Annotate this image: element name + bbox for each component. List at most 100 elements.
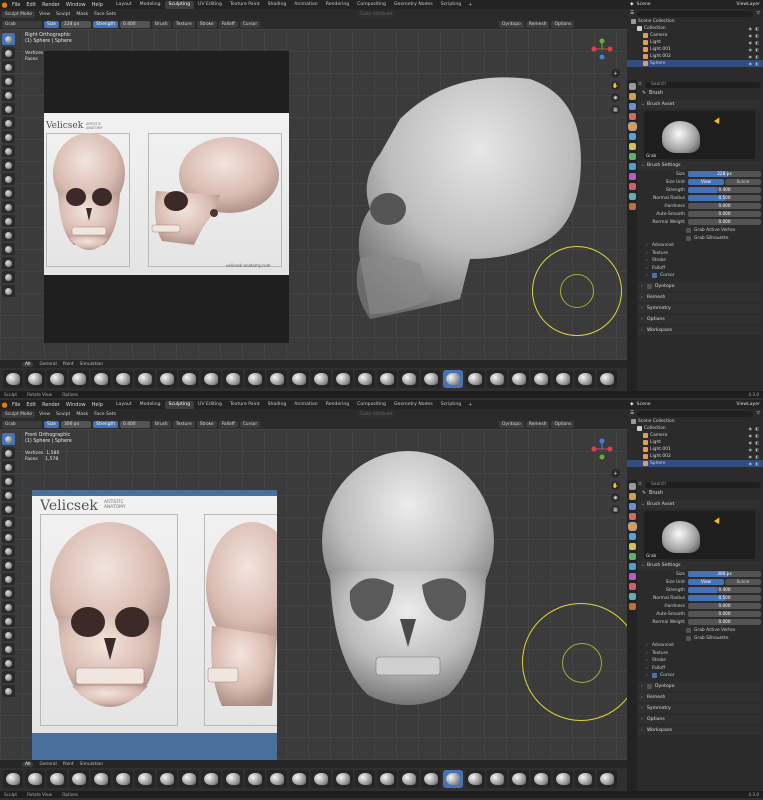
size-field[interactable]: 306 px: [61, 420, 92, 428]
shelf-tab-paint[interactable]: Paint: [63, 762, 74, 767]
brush-asset-thumb[interactable]: [113, 369, 133, 388]
tool-annotate[interactable]: [2, 685, 15, 697]
brush-asset-thumb[interactable]: [91, 369, 111, 388]
tool-cloth-filter[interactable]: [2, 573, 15, 585]
subpanel-texture[interactable]: › Texture: [638, 250, 761, 258]
brush-asset-thumb[interactable]: [377, 369, 397, 388]
brush-settings-section[interactable]: ⌄ Brush Settings: [638, 161, 761, 170]
brush-asset-thumb[interactable]: [465, 769, 485, 788]
brush-size-field[interactable]: 306 px: [688, 571, 761, 577]
workspace-tab-shading[interactable]: Shading: [264, 1, 291, 9]
section-options[interactable]: › Options: [638, 314, 761, 324]
falloff-menu[interactable]: Falloff: [218, 420, 238, 428]
camera-view-icon[interactable]: ◉: [611, 93, 620, 102]
menu-edit[interactable]: Edit: [23, 402, 39, 408]
brush-asset-thumb[interactable]: [245, 769, 265, 788]
properties-tab-icon[interactable]: [628, 173, 636, 180]
reference-image[interactable]: Velicsek ARTISTIC ANATOMY: [44, 51, 289, 343]
brush-asset-thumb[interactable]: [509, 769, 529, 788]
brush-asset-thumb[interactable]: [531, 769, 551, 788]
color-attribute-field[interactable]: Color Attribute: [356, 10, 396, 18]
brush-asset-thumb[interactable]: [179, 369, 199, 388]
brush-asset-thumb[interactable]: [201, 769, 221, 788]
auto-smooth-field[interactable]: 0.000: [688, 211, 761, 217]
tool-box-mask[interactable]: [2, 89, 15, 101]
brush-settings-section[interactable]: ⌄ Brush Settings: [638, 561, 761, 570]
visibility-eye-icon[interactable]: ◉ ◧: [748, 26, 760, 31]
workspace-tab-rendering[interactable]: Rendering: [322, 1, 353, 9]
reference-image[interactable]: Velicsek ARTISTIC ANATOMY: [32, 490, 277, 768]
workspace-tab-uv-editing[interactable]: UV Editing: [194, 1, 226, 9]
strength-field[interactable]: 0.400: [120, 20, 151, 28]
properties-tab-icon[interactable]: [628, 593, 636, 600]
properties-tab-icon[interactable]: [628, 203, 636, 210]
brush-asset-thumb[interactable]: [267, 769, 287, 788]
properties-tab-icon[interactable]: [628, 483, 636, 490]
outliner-display-icon[interactable]: ☰: [630, 411, 634, 416]
shelf-tab-paint[interactable]: Paint: [63, 362, 74, 367]
properties-tab-icon[interactable]: [628, 163, 636, 170]
normal-weight-field[interactable]: 0.000: [688, 219, 761, 225]
workspace-tab-modeling[interactable]: Modeling: [136, 1, 165, 9]
scene-icon[interactable]: ◆: [630, 2, 634, 7]
tool-move[interactable]: [2, 229, 15, 241]
workspace-tab-scripting[interactable]: Scripting: [437, 1, 465, 9]
section-symmetry[interactable]: › Symmetry: [638, 303, 761, 313]
properties-tab-icon[interactable]: [628, 513, 636, 520]
section-workspace[interactable]: › Workspace: [638, 725, 761, 735]
brush-asset-thumb[interactable]: [597, 769, 617, 788]
properties-tab-icon[interactable]: [628, 143, 636, 150]
properties-tab-icon[interactable]: [628, 83, 636, 90]
view-layer-name[interactable]: ViewLayer: [736, 2, 760, 7]
workspace-tab-layout[interactable]: Layout: [112, 401, 136, 409]
section-remesh[interactable]: › Remesh: [638, 692, 761, 702]
scene-name[interactable]: Scene: [637, 2, 651, 7]
header-menu-view[interactable]: View: [37, 12, 52, 17]
outliner-search-input[interactable]: [637, 10, 754, 17]
properties-tab-icon[interactable]: [628, 583, 636, 590]
header-menu-sculpt[interactable]: Sculpt: [54, 412, 72, 417]
outliner-row[interactable]: Collection ◉ ◧: [627, 25, 763, 32]
brush-asset-thumb[interactable]: [135, 769, 155, 788]
options-menu[interactable]: Options: [551, 420, 575, 428]
outliner-row[interactable]: Scene Collection: [627, 418, 763, 425]
tool-box-trim[interactable]: [2, 131, 15, 143]
perspective-toggle-icon[interactable]: ▦: [611, 105, 620, 114]
tool-mask-by-color[interactable]: [2, 215, 15, 227]
outliner-row[interactable]: Collection ◉ ◧: [627, 425, 763, 432]
grab-active-vertex-checkbox[interactable]: [686, 227, 691, 233]
brush-asset-thumb[interactable]: [113, 769, 133, 788]
falloff-menu[interactable]: Falloff: [218, 20, 238, 28]
hardness-field[interactable]: 0.000: [688, 203, 761, 209]
tool-mesh-filter[interactable]: [2, 159, 15, 171]
options-menu[interactable]: Options: [551, 20, 575, 28]
brush-asset-thumb[interactable]: [355, 769, 375, 788]
outliner-row[interactable]: Scene Collection: [627, 18, 763, 25]
tool-brush[interactable]: [2, 433, 15, 445]
brush-asset-thumb[interactable]: [421, 769, 441, 788]
tool-edit-face-set[interactable]: [2, 201, 15, 213]
brush-asset-grab[interactable]: [443, 769, 463, 788]
properties-tab-icon[interactable]: [628, 103, 636, 110]
shelf-tab-simulation[interactable]: Simulation: [80, 762, 103, 767]
brush-asset-thumb[interactable]: [179, 769, 199, 788]
normal-radius-field[interactable]: 0.500: [688, 195, 761, 201]
subpanel-texture[interactable]: › Texture: [638, 650, 761, 658]
tool-face-set[interactable]: [2, 117, 15, 129]
tool-transform[interactable]: [2, 671, 15, 683]
brush-asset-thumb[interactable]: [3, 769, 23, 788]
subpanel-falloff[interactable]: › Falloff: [638, 665, 761, 673]
tool-clay[interactable]: [2, 61, 15, 73]
shelf-tab-all[interactable]: All: [22, 361, 34, 367]
tool-box-trim[interactable]: [2, 531, 15, 543]
brush-menu[interactable]: Brush: [152, 20, 171, 28]
interaction-mode-dropdown[interactable]: Sculpt Mode: [2, 410, 36, 418]
normal-radius-field[interactable]: 0.500: [688, 595, 761, 601]
workspace-tab-geometry-nodes[interactable]: Geometry Nodes: [390, 1, 437, 9]
section-workspace[interactable]: › Workspace: [638, 325, 761, 335]
workspace-tab-texture-paint[interactable]: Texture Paint: [226, 1, 264, 9]
size-unit-view[interactable]: View: [688, 579, 724, 585]
grab-active-vertex-checkbox[interactable]: [686, 627, 691, 633]
remesh-menu[interactable]: Remesh: [525, 420, 550, 428]
section-remesh[interactable]: › Remesh: [638, 292, 761, 302]
